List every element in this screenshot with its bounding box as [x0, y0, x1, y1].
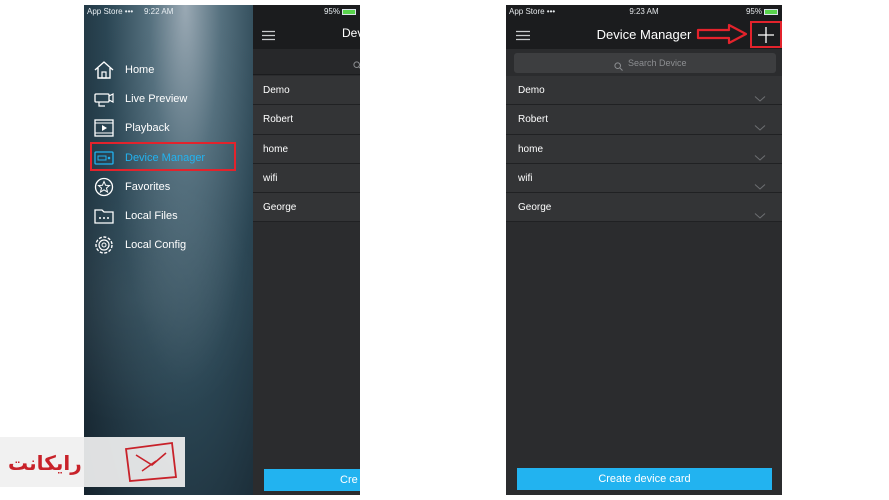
- screenshot-canvas: App Store ••• 9:22 AM Home Live Preview: [0, 0, 889, 500]
- drawer-menu: Home Live Preview Playback Device Manage…: [92, 55, 252, 260]
- create-device-card-button[interactable]: Cre: [264, 469, 360, 491]
- menu-item-local-config[interactable]: Local Config: [92, 231, 252, 260]
- page-title: Dev: [342, 26, 360, 40]
- create-device-card-button[interactable]: Create device card: [517, 468, 772, 490]
- search-icon: [614, 58, 623, 76]
- search-bar[interactable]: [253, 49, 360, 75]
- menu-item-label: Device Manager: [125, 151, 206, 164]
- status-battery: 95%: [745, 7, 762, 16]
- status-time: 9:22 AM: [144, 7, 174, 16]
- menu-item-label: Playback: [125, 122, 170, 135]
- menu-item-home[interactable]: Home: [92, 55, 252, 84]
- list-item[interactable]: Robert: [253, 105, 360, 135]
- status-time: 9:23 AM: [629, 7, 659, 16]
- gear-icon: [92, 234, 116, 256]
- menu-item-label: Favorites: [125, 180, 171, 193]
- list-item[interactable]: home: [253, 134, 360, 164]
- menu-item-device-manager[interactable]: Device Manager: [92, 143, 252, 172]
- list-item[interactable]: wifi: [506, 163, 782, 194]
- arrow-right-icon: [696, 23, 748, 50]
- device-name: Demo: [518, 85, 545, 96]
- search-input[interactable]: Search Device: [514, 53, 776, 73]
- menu-item-live-preview[interactable]: Live Preview: [92, 84, 252, 113]
- status-battery: 95%: [323, 7, 340, 16]
- top-bar: Dev: [253, 19, 360, 49]
- status-bar-right: 95%: [253, 5, 360, 19]
- top-bar: Device Manager: [506, 19, 782, 49]
- list-item[interactable]: Demo: [506, 76, 782, 106]
- list-item[interactable]: home: [506, 134, 782, 164]
- folder-icon: [92, 205, 116, 227]
- home-icon: [92, 59, 116, 81]
- hamburger-icon[interactable]: [262, 28, 275, 46]
- device-list-panel-behind-drawer: 95% Dev Demo Robert home wifi George: [253, 5, 360, 495]
- device-name: home: [518, 143, 544, 155]
- device-list: Demo Robert home wifi George: [253, 76, 360, 223]
- status-bar: App Store ••• 9:23 AM 95%: [506, 5, 782, 19]
- device-list: Demo Robert home wifi George: [506, 76, 782, 223]
- list-item[interactable]: wifi: [253, 163, 360, 194]
- list-item[interactable]: George: [253, 193, 360, 223]
- list-item[interactable]: Demo: [253, 76, 360, 106]
- playback-icon: [92, 117, 116, 139]
- search-placeholder: Search Device: [628, 58, 687, 68]
- star-icon: [92, 176, 116, 198]
- menu-item-favorites[interactable]: Favorites: [92, 172, 252, 201]
- device-name: George: [518, 202, 552, 214]
- add-device-button[interactable]: [757, 26, 775, 49]
- watermark-logo-icon: [122, 441, 180, 488]
- menu-item-local-files[interactable]: Local Files: [92, 201, 252, 230]
- watermark: رایکانت: [0, 437, 185, 487]
- camera-icon: [92, 88, 116, 110]
- menu-item-label: Local Files: [125, 210, 178, 223]
- device-manager-icon: [92, 147, 116, 169]
- chevron-down-icon[interactable]: [754, 203, 766, 232]
- menu-item-playback[interactable]: Playback: [92, 114, 252, 143]
- battery-icon: [342, 8, 356, 15]
- phone-device-manager-screen: App Store ••• 9:23 AM 95% Device Manager: [506, 5, 782, 495]
- menu-item-label: Live Preview: [125, 92, 188, 105]
- status-bar: App Store ••• 9:22 AM: [84, 5, 253, 19]
- device-name: Robert: [518, 114, 549, 126]
- phone-drawer-screen: App Store ••• 9:22 AM Home Live Preview: [84, 5, 360, 495]
- menu-item-label: Home: [125, 63, 155, 76]
- watermark-text: رایکانت: [8, 451, 82, 475]
- list-item[interactable]: Robert: [506, 105, 782, 135]
- device-name: wifi: [518, 172, 533, 184]
- search-icon: [353, 57, 360, 75]
- side-drawer: App Store ••• 9:22 AM Home Live Preview: [84, 5, 253, 495]
- menu-item-label: Local Config: [125, 239, 187, 252]
- status-carrier: App Store •••: [87, 7, 134, 16]
- device-manager-highlight-box: [90, 142, 236, 171]
- list-item[interactable]: George: [506, 193, 782, 223]
- battery-icon: [764, 8, 778, 15]
